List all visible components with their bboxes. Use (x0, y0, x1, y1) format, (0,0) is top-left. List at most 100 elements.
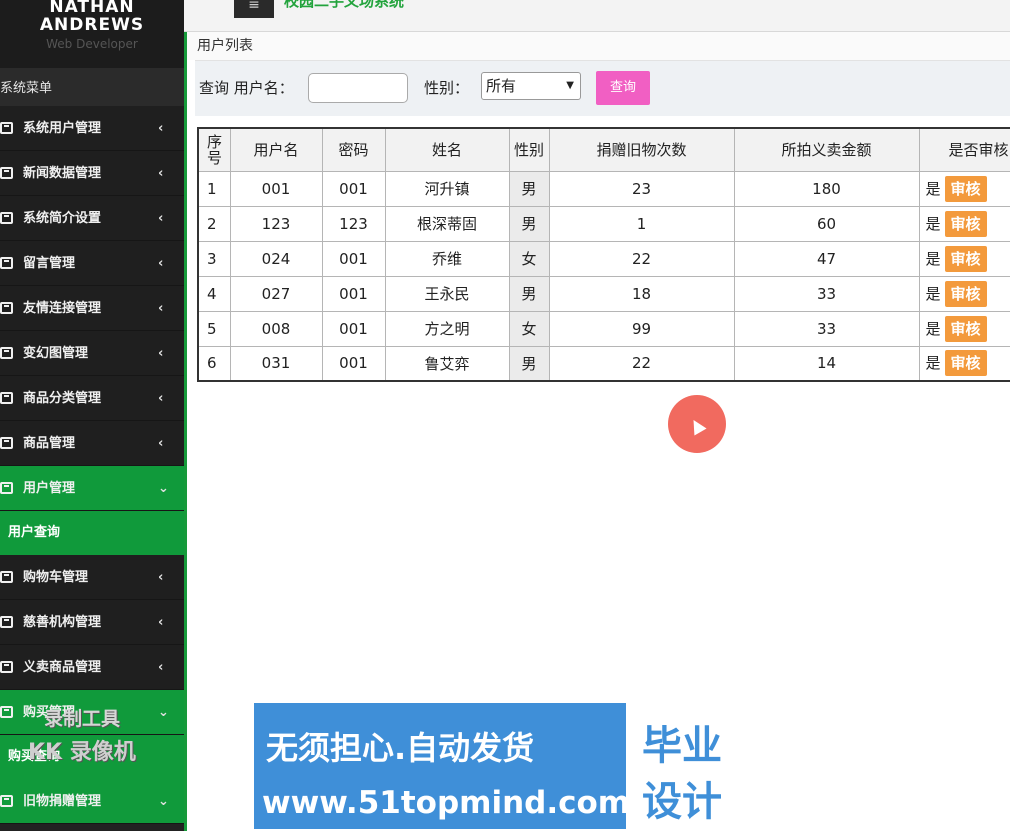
ad-banner: 无须担心.自动发货 www.51topmind.com 毕业 设计 (254, 703, 757, 829)
folder-icon (0, 706, 13, 718)
chevron-left-icon: ‹ (158, 570, 164, 585)
cell-no: 2 (197, 205, 231, 242)
brand-name-line2: ANDREWS (39, 15, 145, 35)
cell-no: 6 (197, 345, 231, 382)
folder-icon (0, 795, 13, 807)
banner-right-line2: 设计 (642, 779, 722, 825)
approve-button[interactable]: 审核 (944, 245, 987, 272)
search-button[interactable]: 查询 (596, 71, 650, 105)
table-header-row: 序号 用户名 密码 姓名 性别 捐赠旧物次数 所拍义卖金额 是否审核 (197, 127, 1010, 172)
folder-icon (0, 571, 13, 583)
sidebar-item[interactable]: 系统用户管理 ‹ (0, 106, 184, 151)
filter-bar: 查询 用户名： 性别： 所有 ▼ 查询 (195, 60, 1010, 116)
approved-status: 是 (925, 319, 941, 338)
cell-name: 乔维 (384, 240, 510, 277)
username-input[interactable] (308, 73, 408, 103)
column-header: 性别 (508, 127, 550, 172)
chevron-left-icon: ‹ (158, 301, 164, 316)
folder-icon (0, 661, 13, 673)
brand-name-line1: NATHAN (49, 0, 135, 17)
banner-right-line1: 毕业 (642, 723, 722, 769)
approve-button[interactable]: 审核 (944, 350, 987, 377)
sidebar-item[interactable]: 系统简介设置 ‹ (0, 196, 184, 241)
sidebar-item[interactable]: 变幻图管理 ‹ (0, 331, 184, 376)
sidebar-item-label: 变幻图管理 (23, 346, 89, 361)
sidebar-item[interactable]: 用户管理 ⌄ (0, 466, 184, 511)
cell-donations: 1 (548, 205, 735, 242)
sidebar-item-label: 留言管理 (23, 256, 76, 271)
system-title: 校园二手义场系统 (284, 0, 405, 10)
chevron-left-icon: ‹ (158, 660, 164, 675)
sidebar-item-label: 系统用户管理 (23, 121, 102, 136)
sidebar-item-label: 用户管理 (23, 481, 76, 496)
approved-status: 是 (925, 284, 941, 303)
chevron-left-icon: ‹ (158, 211, 164, 226)
sidebar-item[interactable]: 商品分类管理 ‹ (0, 376, 184, 421)
table-row: 1 001 001 河升镇男 23 180 是审核 (197, 170, 1010, 207)
folder-icon (0, 347, 13, 359)
folder-icon (0, 482, 13, 494)
chevron-left-icon: ‹ (158, 121, 164, 136)
sidebar-item-label: 商品分类管理 (23, 391, 102, 406)
sidebar-item[interactable]: 购物车管理 ‹ (0, 555, 184, 600)
gender-selected-value: 所有 (486, 77, 517, 95)
cell-password: 001 (321, 240, 386, 277)
sidebar-item-label: 商品管理 (23, 436, 76, 451)
sidebar-subitem[interactable]: 用户查询 (0, 511, 184, 555)
sidebar-item[interactable]: 新闻数据管理 ‹ (0, 151, 184, 196)
sidebar-subitem-label: 用户查询 (8, 525, 61, 540)
user-table: 序号 用户名 密码 姓名 性别 捐赠旧物次数 所拍义卖金额 是否审核 1 001 001 河升镇男 2… (197, 127, 1010, 382)
sidebar-item-label: 旧物捐赠管理 (23, 794, 102, 809)
sidebar-item[interactable]: 留言管理 ‹ (0, 241, 184, 286)
cell-donations: 99 (548, 310, 735, 347)
table-body: 1 001 001 河升镇男 23 180 是审核 2 123 123 根深蒂固男 1 60 是审核 3 02… (197, 170, 1010, 382)
cell-approved: 是审核 (918, 240, 1010, 277)
approve-button[interactable]: 审核 (944, 210, 987, 237)
folder-icon (0, 437, 13, 449)
sidebar-item-label: 友情连接管理 (23, 301, 102, 316)
brand-subtitle: Web Developer (46, 37, 138, 51)
user-table-wrap: 序号 用户名 密码 姓名 性别 捐赠旧物次数 所拍义卖金额 是否审核 1 001 001 河升镇男 2… (197, 127, 1010, 383)
sidebar-item[interactable]: 义卖商品管理 ‹ (0, 645, 184, 690)
cell-name: 河升镇 (384, 170, 510, 207)
cursor-highlight (668, 395, 726, 453)
chevron-left-icon: ‹ (158, 346, 164, 361)
cell-donations: 22 (548, 240, 735, 277)
sidebar-item-label: 系统简介设置 (23, 211, 102, 226)
folder-icon (0, 392, 13, 404)
approve-button[interactable]: 审核 (944, 280, 987, 307)
cell-password: 001 (321, 170, 386, 207)
banner-main-text: 无须担心.自动发货 (266, 729, 535, 767)
sidebar-item[interactable]: 友情连接管理 ‹ (0, 286, 184, 331)
approve-button[interactable]: 审核 (944, 175, 987, 202)
cell-donations: 18 (548, 275, 735, 312)
sidebar-item-label: 义卖商品管理 (23, 660, 102, 675)
chevron-left-icon: ‹ (158, 391, 164, 406)
cell-amount: 14 (733, 345, 920, 382)
cell-amount: 33 (733, 310, 920, 347)
folder-icon (0, 122, 13, 134)
menu-header: 系统菜单 (0, 68, 184, 109)
sidebar-item[interactable]: 旧物捐赠管理 ⌄ (0, 779, 184, 824)
approve-button[interactable]: 审核 (944, 315, 987, 342)
chevron-left-icon: ‹ (158, 256, 164, 271)
brand: NATHAN ANDREWS Web Developer (0, 0, 184, 68)
cell-amount: 47 (733, 240, 920, 277)
approved-status: 是 (925, 214, 941, 233)
cell-amount: 33 (733, 275, 920, 312)
cell-approved: 是审核 (918, 205, 1010, 242)
approved-status: 是 (925, 354, 941, 373)
approved-status: 是 (925, 249, 941, 268)
watermark-line2: KK 录像机 (28, 740, 136, 765)
sidebar-item[interactable]: 商品管理 ‹ (0, 421, 184, 466)
cell-gender: 男 (508, 205, 550, 242)
chevron-down-icon: ⌄ (158, 705, 169, 720)
cell-approved: 是审核 (918, 275, 1010, 312)
table-row: 4 027 001 王永民男 18 33 是审核 (197, 275, 1010, 312)
sidebar-item-label: 购物车管理 (23, 570, 89, 585)
sidebar-item[interactable]: 慈善机构管理 ‹ (0, 600, 184, 645)
cursor-arrow-icon (687, 416, 707, 436)
cell-username: 024 (229, 240, 323, 277)
gender-select[interactable]: 所有 ▼ (481, 72, 581, 100)
hamburger-icon[interactable]: ≡ (234, 0, 274, 18)
